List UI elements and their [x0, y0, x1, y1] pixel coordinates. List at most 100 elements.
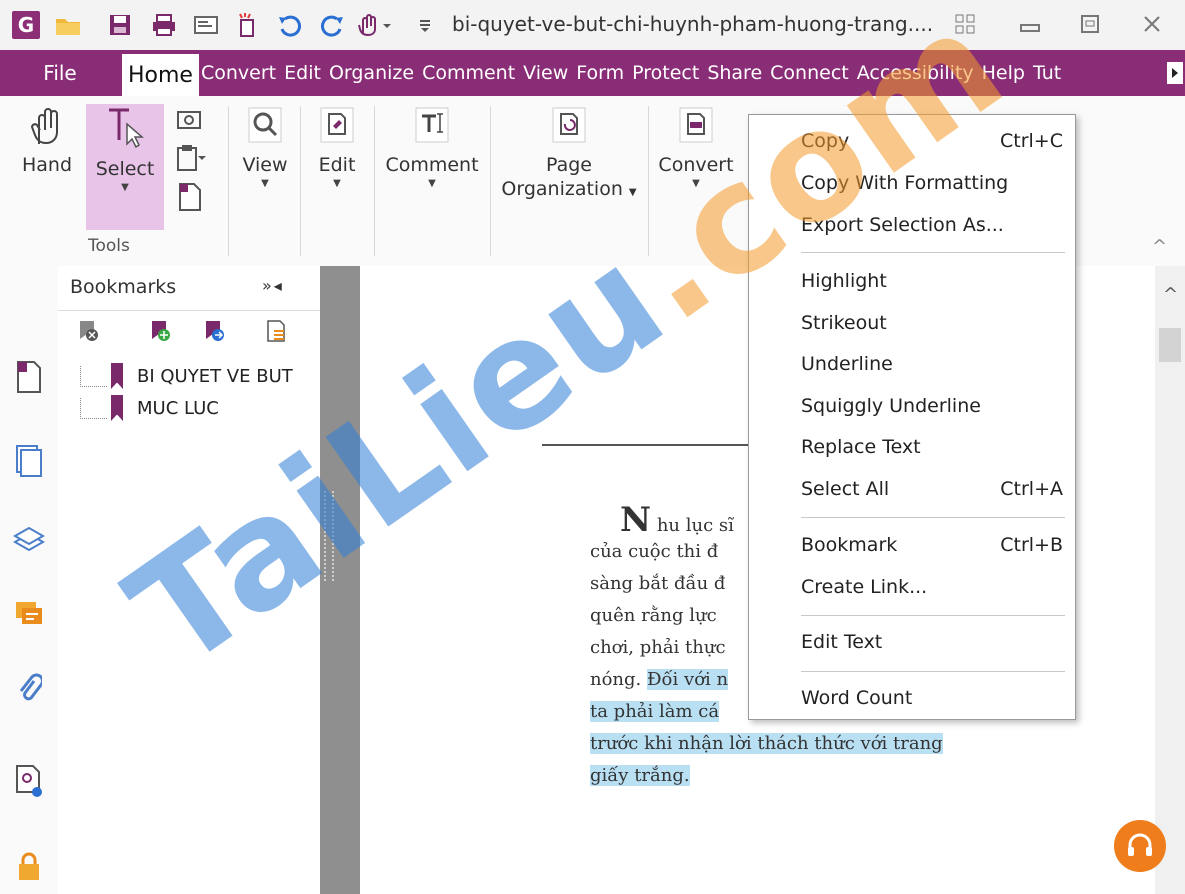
menu-item-edit-text[interactable]: Edit Text [801, 622, 1063, 662]
menu-share[interactable]: Share [707, 62, 762, 84]
menu-item-export-selection[interactable]: Export Selection As... [801, 205, 1063, 245]
comment-caret-icon: ▼ [428, 178, 436, 189]
close-icon[interactable] [1132, 8, 1172, 40]
add-child-bookmark-icon[interactable] [202, 317, 228, 345]
bookmark-item[interactable]: BI QUYET VE BUT [80, 362, 293, 390]
menu-protect[interactable]: Protect [632, 62, 699, 84]
menu-item-create-link[interactable]: Create Link... [801, 567, 1063, 607]
bookmark-panel-icon[interactable] [12, 358, 46, 396]
menu-tutorials[interactable]: Tut [1033, 62, 1061, 84]
app-logo[interactable]: G [8, 6, 44, 44]
menu-scroll-right-icon[interactable] [1167, 62, 1183, 84]
bookmarks-panel-controls[interactable]: »◂ [262, 276, 284, 295]
menu-organize[interactable]: Organize [329, 62, 414, 84]
bookmarks-title: Bookmarks [70, 276, 177, 298]
ribbon-collapse-icon[interactable]: ^ [1152, 236, 1167, 257]
splitter-grip[interactable] [324, 491, 334, 581]
hand-tool-button[interactable]: Hand [12, 104, 82, 177]
menu-connect[interactable]: Connect [770, 62, 849, 84]
page-icon [179, 183, 201, 211]
select-label: Select [95, 158, 155, 180]
context-menu: Copy Ctrl+C Copy With Formatting Export S… [748, 114, 1076, 720]
shortcut: Ctrl+A [1000, 478, 1063, 500]
menu-bar: File Home Convert Edit Organize Comment … [0, 50, 1185, 96]
save-icon[interactable] [102, 6, 138, 44]
page-organization-button[interactable]: Page Organization ▼ [496, 104, 642, 205]
new-icon[interactable] [230, 6, 266, 44]
headset-icon [1128, 833, 1152, 856]
snapshot-icon [177, 111, 201, 129]
email-icon[interactable] [188, 6, 224, 44]
minimize-icon[interactable] [1010, 8, 1050, 40]
security-lock-icon[interactable] [12, 848, 46, 886]
view-caret-icon: ▼ [261, 178, 269, 189]
menu-home[interactable]: Home [122, 54, 199, 96]
scroll-up-icon[interactable]: ^ [1163, 284, 1178, 305]
panel-splitter[interactable] [320, 266, 360, 894]
print-icon[interactable] [146, 6, 182, 44]
comments-panel-icon[interactable] [12, 596, 46, 634]
selected-text: giấy trắng. [590, 765, 690, 786]
delete-bookmark-icon[interactable] [76, 317, 102, 345]
comment-button[interactable]: Comment ▼ [380, 104, 484, 191]
expand-bookmarks-icon[interactable] [264, 317, 290, 345]
scrollbar-thumb[interactable] [1159, 328, 1181, 362]
edit-page-icon [320, 107, 354, 143]
menu-help[interactable]: Help [982, 62, 1025, 84]
signature-panel-icon[interactable] [12, 762, 46, 800]
menu-view[interactable]: View [523, 62, 568, 84]
convert-label: Convert [658, 154, 734, 176]
attachments-icon[interactable] [12, 670, 46, 708]
customize-icon[interactable] [412, 6, 438, 44]
page-organization-label-2: Organization ▼ [501, 178, 637, 200]
edit-button[interactable]: Edit ▼ [306, 104, 368, 191]
select-tool-button[interactable]: Select ▼ [86, 104, 164, 230]
hand-label: Hand [21, 154, 73, 176]
layers-icon[interactable] [12, 520, 46, 558]
menu-item-squiggly-underline[interactable]: Squiggly Underline [801, 386, 1063, 426]
menu-file[interactable]: File [0, 50, 120, 96]
menu-convert[interactable]: Convert [201, 62, 276, 84]
view-button[interactable]: View ▼ [236, 104, 294, 191]
menu-comment[interactable]: Comment [422, 62, 515, 84]
open-folder-icon[interactable] [50, 6, 86, 44]
menu-accessibility[interactable]: Accessibility [857, 62, 974, 84]
restore-group-icon[interactable] [945, 8, 985, 40]
edit-caret-icon: ▼ [333, 178, 341, 189]
menu-item-bookmark[interactable]: Bookmark Ctrl+B [801, 525, 1063, 565]
undo-icon[interactable] [272, 6, 308, 44]
hand-icon [30, 108, 58, 145]
menu-separator [801, 517, 1065, 518]
vertical-scrollbar[interactable]: ^ [1155, 266, 1185, 894]
document-line: giấy trắng. [590, 760, 990, 792]
add-bookmark-icon[interactable] [148, 317, 174, 345]
document-title: bi-quyet-ve-but-chi-huynh-pham-huong-tra… [452, 12, 934, 36]
hand-dropdown-icon[interactable] [352, 6, 402, 44]
shortcut: Ctrl+C [1000, 130, 1063, 152]
menu-item-select-all[interactable]: Select All Ctrl+A [801, 469, 1063, 509]
tools-small-icons [172, 108, 208, 218]
menu-item-highlight[interactable]: Highlight [801, 261, 1063, 301]
menu-item-word-count[interactable]: Word Count [801, 678, 1063, 718]
page-rule [542, 444, 762, 446]
bookmark-label: MUC LUC [137, 397, 219, 419]
menu-item-strikeout[interactable]: Strikeout [801, 303, 1063, 343]
menu-item-underline[interactable]: Underline [801, 344, 1063, 384]
menu-item-copy[interactable]: Copy Ctrl+C [801, 121, 1063, 161]
menu-item-copy-with-formatting[interactable]: Copy With Formatting [801, 163, 1063, 203]
tools-group-label: Tools [88, 236, 130, 256]
menu-form[interactable]: Form [576, 62, 624, 84]
ribbon-separator [374, 106, 375, 256]
convert-button[interactable]: Convert ▼ [654, 104, 738, 191]
menu-item-replace-text[interactable]: Replace Text [801, 427, 1063, 467]
pages-thumbnail-icon[interactable] [12, 442, 46, 480]
rotate-page-icon [552, 107, 586, 143]
redo-icon[interactable] [314, 6, 350, 44]
support-chat-button[interactable] [1114, 820, 1166, 872]
bookmark-item[interactable]: MUC LUC [80, 394, 219, 422]
maximize-icon[interactable] [1070, 8, 1110, 40]
view-label: View [242, 154, 288, 176]
selected-text: trước khi nhận lời thách thức với trang [590, 733, 943, 754]
menu-separator [801, 615, 1065, 616]
menu-edit[interactable]: Edit [284, 62, 321, 84]
